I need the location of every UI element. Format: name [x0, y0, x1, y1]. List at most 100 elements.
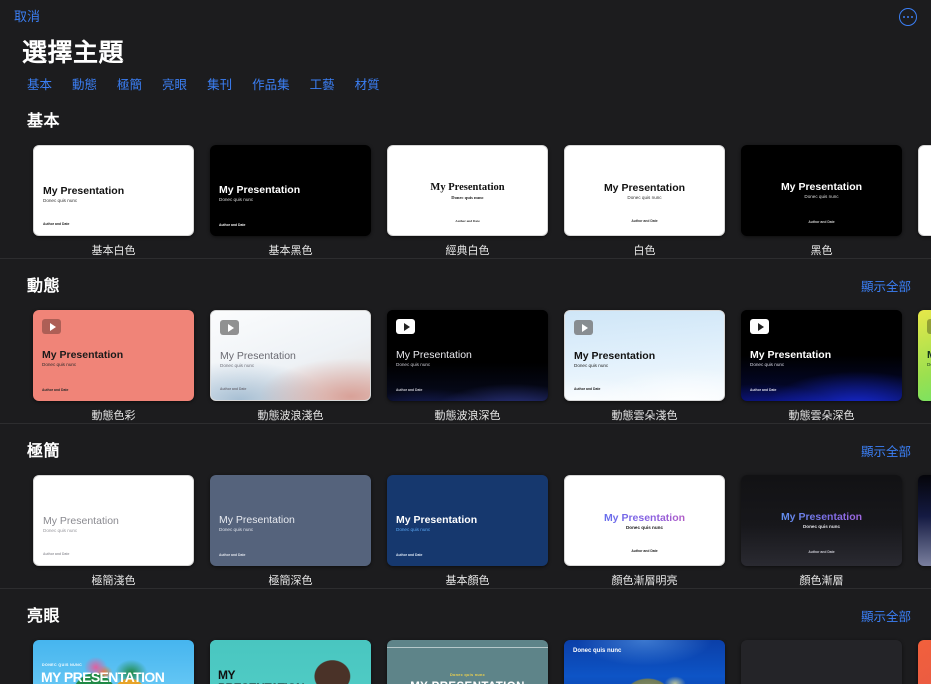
slide-preview: My Presentation Donec quis nunc Author a…	[33, 310, 194, 401]
tab-basic[interactable]: 基本	[27, 77, 52, 94]
theme-name: 極簡深色	[210, 566, 371, 588]
theme-cell[interactable]: My Presentation Donec quis nunc Author a…	[564, 310, 725, 423]
slide-subtitle: Donec quis nunc	[750, 362, 784, 367]
theme-thumbnail[interactable]	[918, 640, 931, 684]
theme-cell[interactable]: My Presentation Donec quis nunc Author a…	[387, 475, 548, 588]
slide-preview: Donec quis nunc	[564, 640, 725, 684]
tab-journal[interactable]: 集刊	[207, 77, 232, 94]
theme-cell[interactable]: My Presentation Donec quis nunc Author a…	[564, 475, 725, 588]
theme-thumbnail[interactable]: My Presentation Donec quis nunc	[918, 310, 931, 401]
theme-cell-partial[interactable]	[918, 475, 931, 588]
slide-preview: My Presentation Donec quis nunc Author a…	[34, 146, 193, 235]
show-all-link[interactable]: 顯示全部	[861, 441, 911, 460]
slide-title: My Presentation	[43, 515, 119, 527]
theme-thumbnail[interactable]: Donec quis nunc	[564, 640, 725, 684]
slide-subtitle: Donec quis nunc	[574, 363, 608, 368]
theme-thumbnail[interactable]: My Presentation Donec quis nunc Author a…	[33, 310, 194, 401]
theme-cell[interactable]: My Presentation Donec quis nunc Author a…	[387, 310, 548, 423]
more-circle-icon[interactable]	[899, 8, 917, 26]
section-title: 動態	[27, 272, 60, 296]
theme-thumbnail[interactable]: My Presentation Donec quis nunc Author a…	[387, 475, 548, 566]
theme-thumbnail[interactable]: DONEC QUIS NUNC MY PRESENTATION	[741, 640, 902, 684]
theme-cell[interactable]: My Presentation Donec quis nunc Author a…	[210, 475, 371, 588]
theme-row[interactable]: My Presentation Donec quis nunc Author a…	[0, 461, 931, 588]
tab-minimal[interactable]: 極簡	[117, 77, 142, 94]
theme-row[interactable]: DONEC QUIS NUNC MY PRESENTATION Donec qu…	[0, 626, 931, 684]
theme-thumbnail[interactable]: My Presentation Donec quis nunc Author a…	[741, 475, 902, 566]
show-all-link[interactable]: 顯示全部	[861, 606, 911, 625]
tab-portfolio[interactable]: 作品集	[252, 77, 290, 94]
theme-name	[918, 566, 931, 574]
theme-cell[interactable]: My Presentation Donec quis nunc Author a…	[210, 310, 371, 423]
theme-cell[interactable]: My Presentation Donec quis nunc Author a…	[33, 310, 194, 423]
slide-footer: Author and Date	[741, 220, 902, 224]
theme-cell[interactable]: My Presentation Donec quis nunc Author a…	[741, 310, 902, 423]
theme-thumbnail[interactable]: My Presentation Donec quis nunc Author a…	[741, 310, 902, 401]
theme-cell[interactable]: Donec quis nunc	[564, 640, 725, 684]
slide-title: MY PRESENTATION	[41, 669, 164, 684]
theme-row[interactable]: My Presentation Donec quis nunc Author a…	[0, 131, 931, 258]
slide-preview: DONEC QUIS NUNC MY PRESENTATION Donec qu…	[33, 640, 194, 684]
theme-cell-partial[interactable]: My Presentation Donec quis nunc	[918, 310, 931, 423]
theme-cell[interactable]: Donec quis nunc MY PRESENTATION	[387, 640, 548, 684]
slide-preview: My Presentation Donec quis nunc Author a…	[210, 145, 371, 236]
theme-thumbnail[interactable]: My Presentation Donec quis nunc Author a…	[210, 310, 371, 401]
theme-thumbnail[interactable]: My Presentation Donec quis nunc Author a…	[564, 475, 725, 566]
theme-cell[interactable]: My Presentation Donec quis nunc Author a…	[741, 475, 902, 588]
section-header: 動態 顯示全部	[0, 259, 931, 296]
theme-name: 黑色	[741, 236, 902, 258]
theme-thumbnail[interactable]: MY PRESENTATION DONEC QUIS NUNC	[210, 640, 371, 684]
theme-cell[interactable]: MY PRESENTATION DONEC QUIS NUNC	[210, 640, 371, 684]
theme-thumbnail[interactable]: My Presentation Donec quis nunc Author a…	[33, 145, 194, 236]
tab-craft[interactable]: 工藝	[310, 77, 335, 94]
theme-cell[interactable]: My Presentation Donec quis nunc Author a…	[741, 145, 902, 258]
slide-footer: Author and Date	[574, 387, 600, 391]
theme-cell[interactable]: My Presentation Donec quis nunc Author a…	[564, 145, 725, 258]
theme-cell[interactable]: My Presentation Donec quis nunc Author a…	[33, 475, 194, 588]
theme-cell-partial[interactable]	[918, 145, 931, 258]
theme-thumbnail[interactable]: My Presentation Donec quis nunc Author a…	[387, 310, 548, 401]
slide-preview: My Presentation Donec quis nunc Author a…	[565, 146, 724, 235]
theme-thumbnail[interactable]: My Presentation Donec quis nunc Author a…	[33, 475, 194, 566]
theme-thumbnail[interactable]: My Presentation Donec quis nunc Author a…	[564, 145, 725, 236]
theme-thumbnail[interactable]: My Presentation Donec quis nunc Author a…	[564, 310, 725, 401]
section-title: 亮眼	[27, 602, 60, 626]
theme-thumbnail[interactable]: Donec quis nunc MY PRESENTATION	[387, 640, 548, 684]
slide-preview: My Presentation Donec quis nunc Author a…	[565, 476, 724, 565]
slide-footer: Author and Date	[750, 388, 776, 392]
section-dynamic: 動態 顯示全部 My Presentation Donec quis nunc …	[0, 258, 931, 423]
slide-footer: Author and Date	[565, 219, 724, 223]
slide-preview: My Presentation Donec quis nunc Author a…	[34, 476, 193, 565]
theme-cell[interactable]: My Presentation Donec quis nunc Author a…	[210, 145, 371, 258]
theme-thumbnail[interactable]	[918, 145, 931, 236]
show-all-link[interactable]: 顯示全部	[861, 276, 911, 295]
theme-thumbnail[interactable]: My Presentation Donec quis nunc Author a…	[387, 145, 548, 236]
theme-cell[interactable]: DONEC QUIS NUNC MY PRESENTATION	[741, 640, 902, 684]
theme-name: 經典白色	[387, 236, 548, 258]
slide-footer: Author and Date	[219, 223, 245, 227]
theme-row[interactable]: My Presentation Donec quis nunc Author a…	[0, 296, 931, 423]
slide-footer: Author and Date	[220, 387, 246, 391]
slide-footer: Author and Date	[741, 550, 902, 554]
theme-thumbnail[interactable]: DONEC QUIS NUNC MY PRESENTATION Donec qu…	[33, 640, 194, 684]
slide-subtitle: Donec quis nunc	[927, 362, 931, 367]
theme-cell[interactable]: DONEC QUIS NUNC MY PRESENTATION Donec qu…	[33, 640, 194, 684]
theme-name: 基本顏色	[387, 566, 548, 588]
slide-preview: My Presentation Donec quis nunc Author a…	[211, 311, 370, 400]
theme-cell[interactable]: My Presentation Donec quis nunc Author a…	[387, 145, 548, 258]
theme-cell[interactable]: My Presentation Donec quis nunc Author a…	[33, 145, 194, 258]
slide-subtitle: Donec quis nunc	[43, 528, 77, 533]
theme-thumbnail[interactable]: My Presentation Donec quis nunc Author a…	[210, 145, 371, 236]
cancel-button[interactable]: 取消	[14, 9, 40, 25]
theme-thumbnail[interactable]: My Presentation Donec quis nunc Author a…	[210, 475, 371, 566]
tab-dynamic[interactable]: 動態	[72, 77, 97, 94]
theme-name: 動態波浪淺色	[210, 401, 371, 423]
theme-thumbnail[interactable]: My Presentation Donec quis nunc Author a…	[741, 145, 902, 236]
top-bar: 取消	[0, 0, 931, 30]
theme-thumbnail[interactable]	[918, 475, 931, 566]
slide-subtitle: Donec quis nunc	[396, 362, 430, 367]
slide-subtitle: Donec quis nunc	[565, 525, 724, 530]
tab-bright[interactable]: 亮眼	[162, 77, 187, 94]
theme-cell-partial[interactable]	[918, 640, 931, 684]
tab-material[interactable]: 材質	[355, 77, 380, 94]
